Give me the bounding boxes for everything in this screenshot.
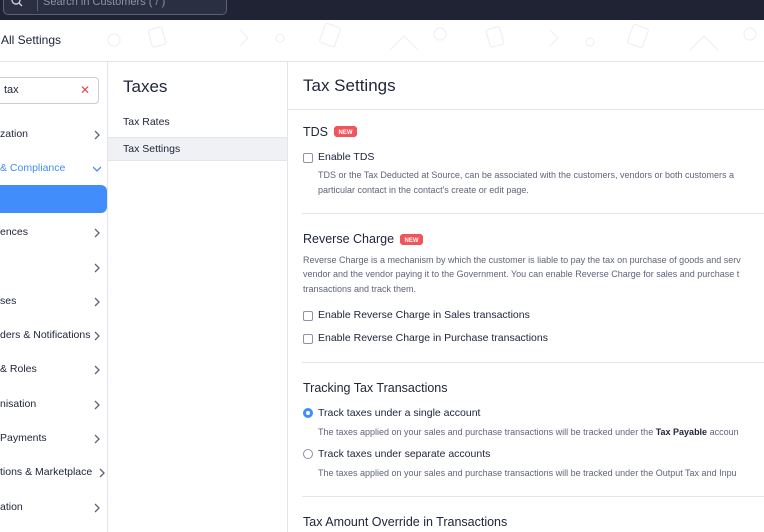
- tds-description-line1: TDS or the Tax Deducted at Source, can b…: [318, 170, 735, 180]
- divider: [302, 213, 764, 214]
- sidebar-item-label: ences: [0, 226, 29, 238]
- sidebar-item-label: zation: [0, 128, 29, 140]
- tax-settings-content: Tax Settings TDS NEW Enable TDS TDS or t…: [288, 62, 764, 532]
- sidebar-item-label: tions & Marketplace: [0, 466, 93, 478]
- decorative-pattern: [107, 22, 757, 51]
- reverse-charge-purchase-label[interactable]: Enable Reverse Charge in Purchase transa…: [318, 332, 548, 344]
- sidebar-item-label: ses: [0, 295, 17, 307]
- search-icon[interactable]: [10, 0, 34, 10]
- sidebar-item-unlabeled[interactable]: [0, 254, 107, 282]
- chevron-right-icon: [94, 228, 100, 238]
- search-divider: [37, 0, 38, 11]
- chevron-down-icon: [93, 166, 101, 172]
- sidebar-item-reminders-notifications[interactable]: ders & Notifications: [0, 322, 107, 350]
- content-title: Tax Settings: [303, 76, 396, 95]
- sidebar-item-preferences[interactable]: ences: [0, 219, 107, 247]
- tds-section-title: TDS: [303, 125, 328, 139]
- sidebar-item-label: Payments: [0, 432, 47, 444]
- sidebar-item-users-roles[interactable]: & Roles: [0, 356, 107, 384]
- sidebar-item-integrations-marketplace[interactable]: tions & Marketplace: [0, 459, 107, 487]
- sidebar-item-label: & Compliance: [0, 162, 66, 174]
- sidebar-item-automation[interactable]: ation: [0, 494, 107, 522]
- sidebar-item-label: ation: [0, 501, 23, 513]
- chevron-right-icon: [94, 434, 100, 444]
- separate-accounts-description: The taxes applied on your sales and purc…: [318, 468, 737, 478]
- subnav-item-label: Tax Settings: [123, 143, 181, 155]
- reverse-charge-purchase-checkbox[interactable]: [303, 334, 313, 344]
- reverse-charge-description-line3: transactions and track them.: [303, 284, 417, 294]
- subnav-title: Taxes: [123, 77, 168, 96]
- sidebar-item-label: & Roles: [0, 363, 37, 375]
- chevron-right-icon: [94, 130, 100, 140]
- subnav-item-tax-rates[interactable]: Tax Rates: [108, 111, 287, 135]
- reverse-charge-description-line2: vendor and the vendor paying it to the G…: [303, 269, 740, 279]
- divider: [288, 109, 764, 110]
- reverse-charge-sales-label[interactable]: Enable Reverse Charge in Sales transacti…: [318, 309, 530, 321]
- sidebar-item-taxes-compliance[interactable]: & Compliance: [0, 155, 107, 183]
- enable-tds-label[interactable]: Enable TDS: [318, 151, 374, 163]
- tracking-section-title: Tracking Tax Transactions: [303, 381, 448, 395]
- chevron-right-icon: [94, 365, 100, 375]
- top-bar: Search in Customers ( / ): [0, 0, 764, 20]
- search-placeholder: Search in Customers ( / ): [43, 0, 166, 8]
- single-account-radio[interactable]: [303, 408, 313, 418]
- sidebar-item-label: nisation: [0, 398, 37, 410]
- separate-accounts-label[interactable]: Track taxes under separate accounts: [318, 448, 490, 460]
- new-badge-icon: NEW: [334, 126, 357, 137]
- page-title: All Settings: [1, 33, 62, 47]
- subnav-item-tax-settings[interactable]: Tax Settings: [108, 137, 287, 161]
- chevron-right-icon: [99, 468, 105, 478]
- clear-icon[interactable]: ✕: [80, 83, 92, 97]
- sidebar-item-taxes[interactable]: [0, 185, 107, 213]
- sidebar-item-customisation[interactable]: nisation: [0, 391, 107, 419]
- settings-sidebar: tax ✕ zation & Compliance ences ses ders…: [0, 62, 108, 532]
- single-account-label[interactable]: Track taxes under a single account: [318, 407, 480, 419]
- reverse-charge-description-line1: Reverse Charge is a mechanism by which t…: [303, 255, 741, 265]
- badge-text: NEW: [405, 238, 419, 244]
- reverse-charge-sales-checkbox[interactable]: [303, 311, 313, 321]
- chevron-right-icon: [94, 400, 100, 410]
- tax-payable-text: Tax Payable: [655, 427, 708, 437]
- tds-description-line2: particular contact in the contact's crea…: [318, 185, 529, 195]
- subnav-item-label: Tax Rates: [123, 116, 170, 128]
- single-account-description: The taxes applied on your sales and purc…: [318, 427, 739, 437]
- taxes-subnav: Taxes Tax Rates Tax Settings: [108, 62, 288, 532]
- override-section-title: Tax Amount Override in Transactions: [303, 515, 508, 529]
- separate-accounts-radio[interactable]: [303, 449, 313, 459]
- badge-text: NEW: [339, 130, 353, 136]
- enable-tds-checkbox[interactable]: [303, 153, 313, 163]
- sidebar-item-organization[interactable]: zation: [0, 121, 107, 149]
- chevron-right-icon: [94, 297, 100, 307]
- settings-header: All Settings: [0, 20, 764, 62]
- chevron-right-icon: [94, 503, 100, 513]
- settings-filter-input[interactable]: tax ✕: [0, 77, 99, 104]
- new-badge-icon: NEW: [400, 234, 423, 245]
- chevron-right-icon: [94, 331, 100, 341]
- divider: [302, 496, 764, 497]
- chevron-right-icon: [94, 263, 100, 273]
- sidebar-item-modules[interactable]: ses: [0, 288, 107, 316]
- sidebar-item-online-payments[interactable]: Payments: [0, 425, 107, 453]
- filter-value: tax: [4, 84, 19, 96]
- reverse-charge-section-title: Reverse Charge: [303, 232, 395, 246]
- sidebar-item-label: ders & Notifications: [0, 329, 91, 341]
- divider: [302, 362, 764, 363]
- global-search-box[interactable]: Search in Customers ( / ): [3, 0, 227, 15]
